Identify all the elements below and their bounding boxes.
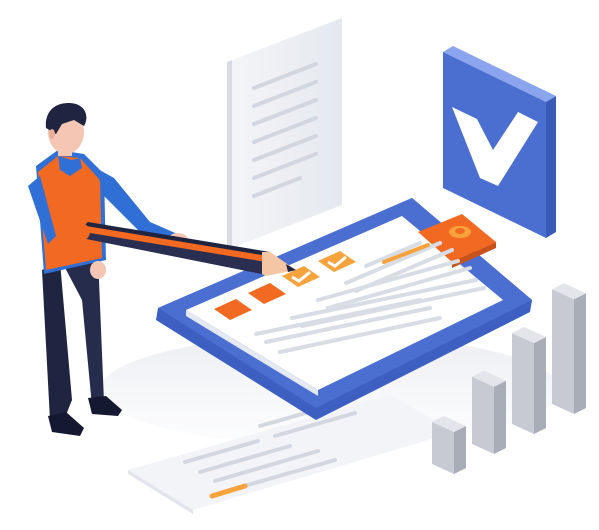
chart-bar bbox=[512, 327, 546, 434]
illustration-scene bbox=[0, 0, 599, 530]
hand bbox=[90, 261, 106, 279]
chart-bar bbox=[552, 283, 586, 414]
checkmark-icon bbox=[443, 46, 556, 238]
chart-bar bbox=[472, 370, 506, 454]
chart-bar bbox=[432, 416, 466, 474]
document-icon bbox=[227, 18, 342, 250]
shoe bbox=[48, 412, 84, 436]
illustration-svg bbox=[28, 18, 586, 514]
